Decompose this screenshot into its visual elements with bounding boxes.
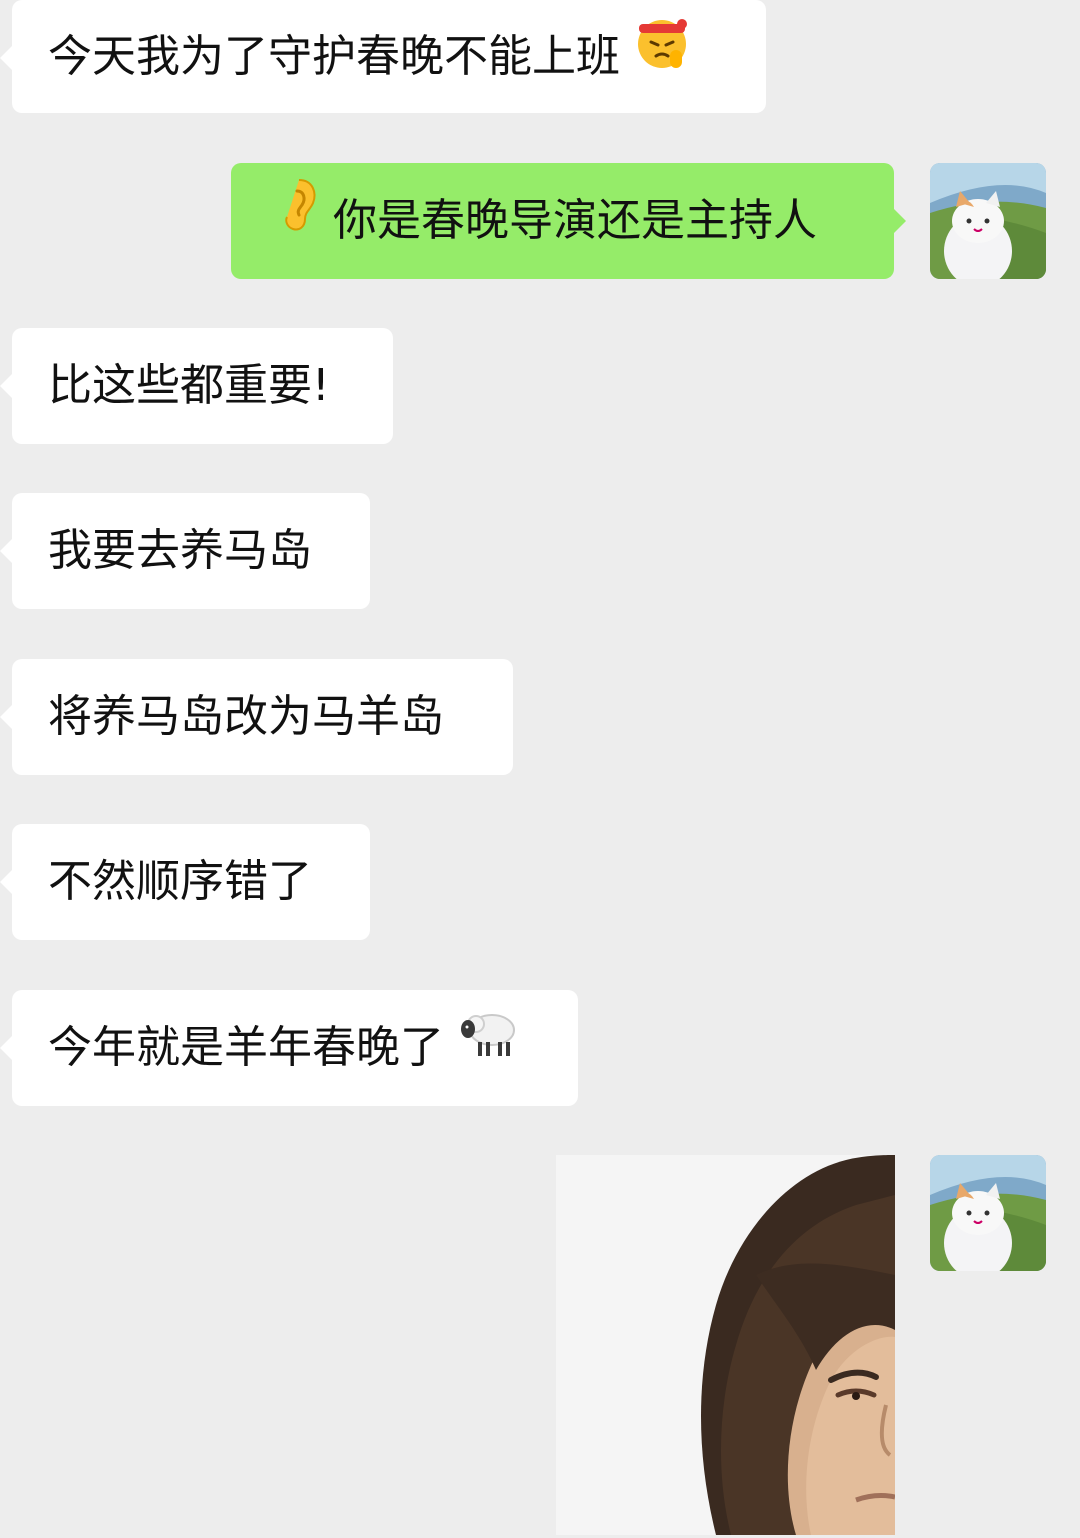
cat-avatar-icon bbox=[930, 163, 1046, 279]
avatar[interactable] bbox=[930, 163, 1046, 279]
saluting-face-with-headband-icon bbox=[634, 0, 690, 112]
avatar[interactable] bbox=[930, 1155, 1046, 1271]
message-text: 不然顺序错了 bbox=[48, 856, 312, 907]
message-text: 今天我为了守护春晚不能上班 bbox=[48, 31, 620, 82]
photo-of-long-haired-man-frowning bbox=[556, 1155, 895, 1535]
message-text: 比这些都重要! bbox=[48, 360, 330, 411]
message-text: 今年就是羊年春晚了 bbox=[48, 1022, 444, 1073]
message-bubble-incoming[interactable]: 今年就是羊年春晚了 bbox=[0, 988, 578, 1106]
message-text: 我要去养马岛 bbox=[48, 525, 312, 576]
message-bubble-incoming[interactable]: 我要去养马岛 bbox=[0, 493, 370, 609]
ear-icon bbox=[279, 161, 319, 277]
message-image[interactable] bbox=[556, 1155, 895, 1535]
message-bubble-incoming[interactable]: 将养马岛改为马羊岛 bbox=[0, 659, 513, 775]
sheep-icon bbox=[458, 988, 518, 1104]
message-text: 将养马岛改为马羊岛 bbox=[48, 691, 444, 742]
cat-avatar-icon bbox=[930, 1155, 1046, 1271]
message-bubble-outgoing[interactable]: 你是春晚导演还是主持人 bbox=[231, 161, 906, 279]
message-bubble-incoming[interactable]: 不然顺序错了 bbox=[0, 824, 370, 940]
message-text: 你是春晚导演还是主持人 bbox=[333, 195, 817, 246]
message-bubble-incoming[interactable]: 今天我为了守护春晚不能上班 bbox=[0, 0, 766, 113]
message-bubble-incoming[interactable]: 比这些都重要! bbox=[0, 328, 393, 444]
